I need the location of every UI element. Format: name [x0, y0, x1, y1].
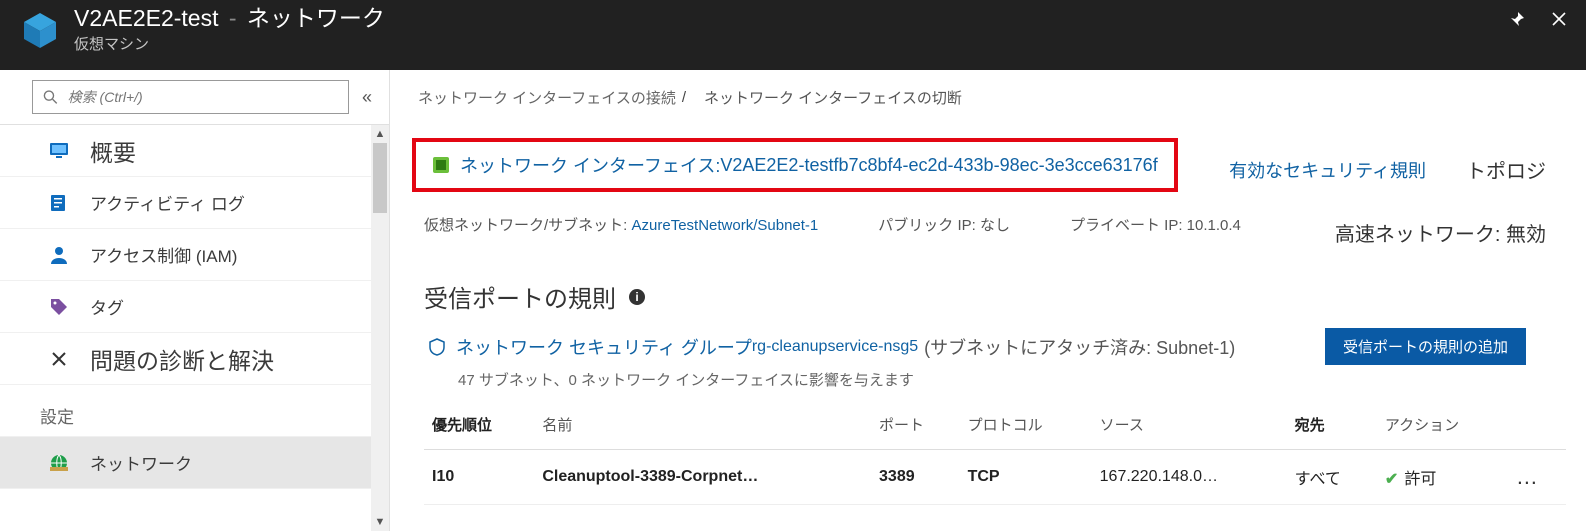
sidebar-item-label: タグ	[90, 294, 124, 319]
blade-section: ネットワーク	[247, 5, 385, 31]
sidebar-item-tags[interactable]: タグ	[0, 281, 371, 333]
sidebar-item-label: 問題の診断と解決	[90, 342, 274, 376]
private-ip-value: 10.1.0.4	[1187, 217, 1241, 234]
nsg-link[interactable]: rg-cleanupservice-nsg5	[752, 338, 918, 356]
nsg-attach-info: (サブネットにアタッチ済み: Subnet-1)	[924, 334, 1235, 360]
inbound-rules-table: 優先順位 名前 ポート プロトコル ソース 宛先 アクション I10 Clean…	[424, 400, 1566, 505]
sidebar-item-label: アクセス制御 (IAM)	[90, 242, 237, 267]
row-more-button[interactable]: …	[1508, 450, 1566, 505]
col-priority[interactable]: 優先順位	[424, 400, 534, 450]
log-icon	[48, 192, 70, 214]
sidebar-item-diagnose[interactable]: 問題の診断と解決	[0, 333, 371, 385]
resource-type: 仮想マシン	[74, 33, 385, 54]
cell-name: Cleanuptool-3389-Corpnet…	[534, 450, 871, 505]
topology-link[interactable]: トポロジ	[1466, 155, 1546, 184]
nic-link-highlight: ネットワーク インターフェイス: V2AE2E2-testfb7c8bf4-ec…	[412, 138, 1178, 192]
cell-priority: I10	[424, 450, 534, 505]
cell-action: ✔許可	[1377, 450, 1508, 505]
nic-label: ネットワーク インターフェイス:	[460, 152, 720, 178]
pin-button[interactable]	[1496, 2, 1538, 36]
sidebar-item-overview[interactable]: 概要	[0, 125, 371, 177]
scroll-up-icon[interactable]: ▲	[371, 125, 389, 143]
cell-destination: すべて	[1287, 450, 1377, 505]
vnet-label: 仮想ネットワーク/サブネット:	[424, 217, 632, 234]
col-action[interactable]: アクション	[1377, 400, 1508, 450]
sidebar-item-label: アクティビティ ログ	[90, 190, 245, 215]
person-icon	[48, 244, 70, 266]
public-ip-label: パブリック IP:	[878, 217, 980, 234]
table-header-row: 優先順位 名前 ポート プロトコル ソース 宛先 アクション	[424, 400, 1566, 450]
add-inbound-rule-button[interactable]: 受信ポートの規則の追加	[1325, 328, 1526, 365]
tools-icon	[48, 348, 70, 370]
sidebar-item-activity-log[interactable]: アクティビティ ログ	[0, 177, 371, 229]
private-ip-label: プライベート IP:	[1070, 217, 1187, 234]
svg-text:i: i	[635, 290, 638, 304]
col-port[interactable]: ポート	[871, 400, 960, 450]
sidebar-item-network[interactable]: ネットワーク	[0, 437, 371, 489]
nsg-scope-text: 47 サブネット、0 ネットワーク インターフェイスに影響を与えます	[404, 367, 1586, 400]
sidebar-item-label: 概要	[90, 134, 136, 168]
cell-protocol: TCP	[960, 450, 1092, 505]
toolbar: ネットワーク インターフェイスの接続 / ネットワーク インターフェイスの切断	[404, 70, 1586, 114]
nic-link[interactable]: V2AE2E2-testfb7c8bf4-ec2d-433b-98ec-3e3c…	[720, 155, 1157, 176]
shield-icon	[428, 338, 446, 356]
collapse-sidebar-button[interactable]: «	[349, 87, 379, 108]
info-icon[interactable]: i	[628, 288, 646, 306]
cube-icon	[20, 10, 60, 50]
main-content: ネットワーク インターフェイスの接続 / ネットワーク インターフェイスの切断 …	[390, 70, 1586, 531]
allow-icon: ✔	[1385, 471, 1398, 488]
nic-icon	[432, 156, 450, 174]
resource-name: V2AE2E2-test	[74, 5, 218, 31]
detach-nic-button[interactable]: ネットワーク インターフェイスの切断	[704, 87, 962, 108]
cell-source: 167.220.148.0…	[1092, 450, 1287, 505]
sidebar-scrollbar[interactable]: ▲ ▼	[371, 125, 389, 531]
close-button[interactable]	[1538, 2, 1580, 36]
table-row[interactable]: I10 Cleanuptool-3389-Corpnet… 3389 TCP 1…	[424, 450, 1566, 505]
right-links: 有効なセキュリティ規則 トポロジ	[1229, 155, 1546, 184]
scroll-down-icon[interactable]: ▼	[371, 513, 389, 531]
blade-title: V2AE2E2-test - ネットワーク	[74, 6, 385, 31]
blade-header: V2AE2E2-test - ネットワーク 仮想マシン	[0, 0, 1586, 70]
vnet-link[interactable]: AzureTestNetwork/Subnet-1	[632, 217, 819, 234]
attach-nic-button[interactable]: ネットワーク インターフェイスの接続	[418, 87, 676, 108]
col-source[interactable]: ソース	[1092, 400, 1287, 450]
inbound-rules-title: 受信ポートの規則 i	[424, 279, 1586, 314]
globe-icon	[48, 452, 70, 474]
search-input[interactable]	[68, 89, 338, 105]
search-icon	[43, 89, 58, 105]
sidebar-item-iam[interactable]: アクセス制御 (IAM)	[0, 229, 371, 281]
effective-rules-link[interactable]: 有効なセキュリティ規則	[1229, 157, 1426, 183]
col-destination[interactable]: 宛先	[1287, 400, 1377, 450]
sidebar-section-settings: 設定	[0, 385, 371, 437]
accelerated-networking: 高速ネットワーク: 無効	[1335, 218, 1546, 247]
col-protocol[interactable]: プロトコル	[960, 400, 1092, 450]
col-name[interactable]: 名前	[534, 400, 871, 450]
public-ip-value: なし	[980, 217, 1010, 234]
nsg-label: ネットワーク セキュリティ グループ	[456, 334, 752, 360]
sidebar: « 概要 アクティビティ ログ	[0, 70, 390, 531]
scroll-thumb[interactable]	[373, 143, 387, 213]
search-box[interactable]	[32, 80, 349, 114]
cell-port: 3389	[871, 450, 960, 505]
monitor-icon	[48, 140, 70, 162]
tag-icon	[48, 296, 70, 318]
sidebar-item-label: ネットワーク	[90, 450, 192, 475]
